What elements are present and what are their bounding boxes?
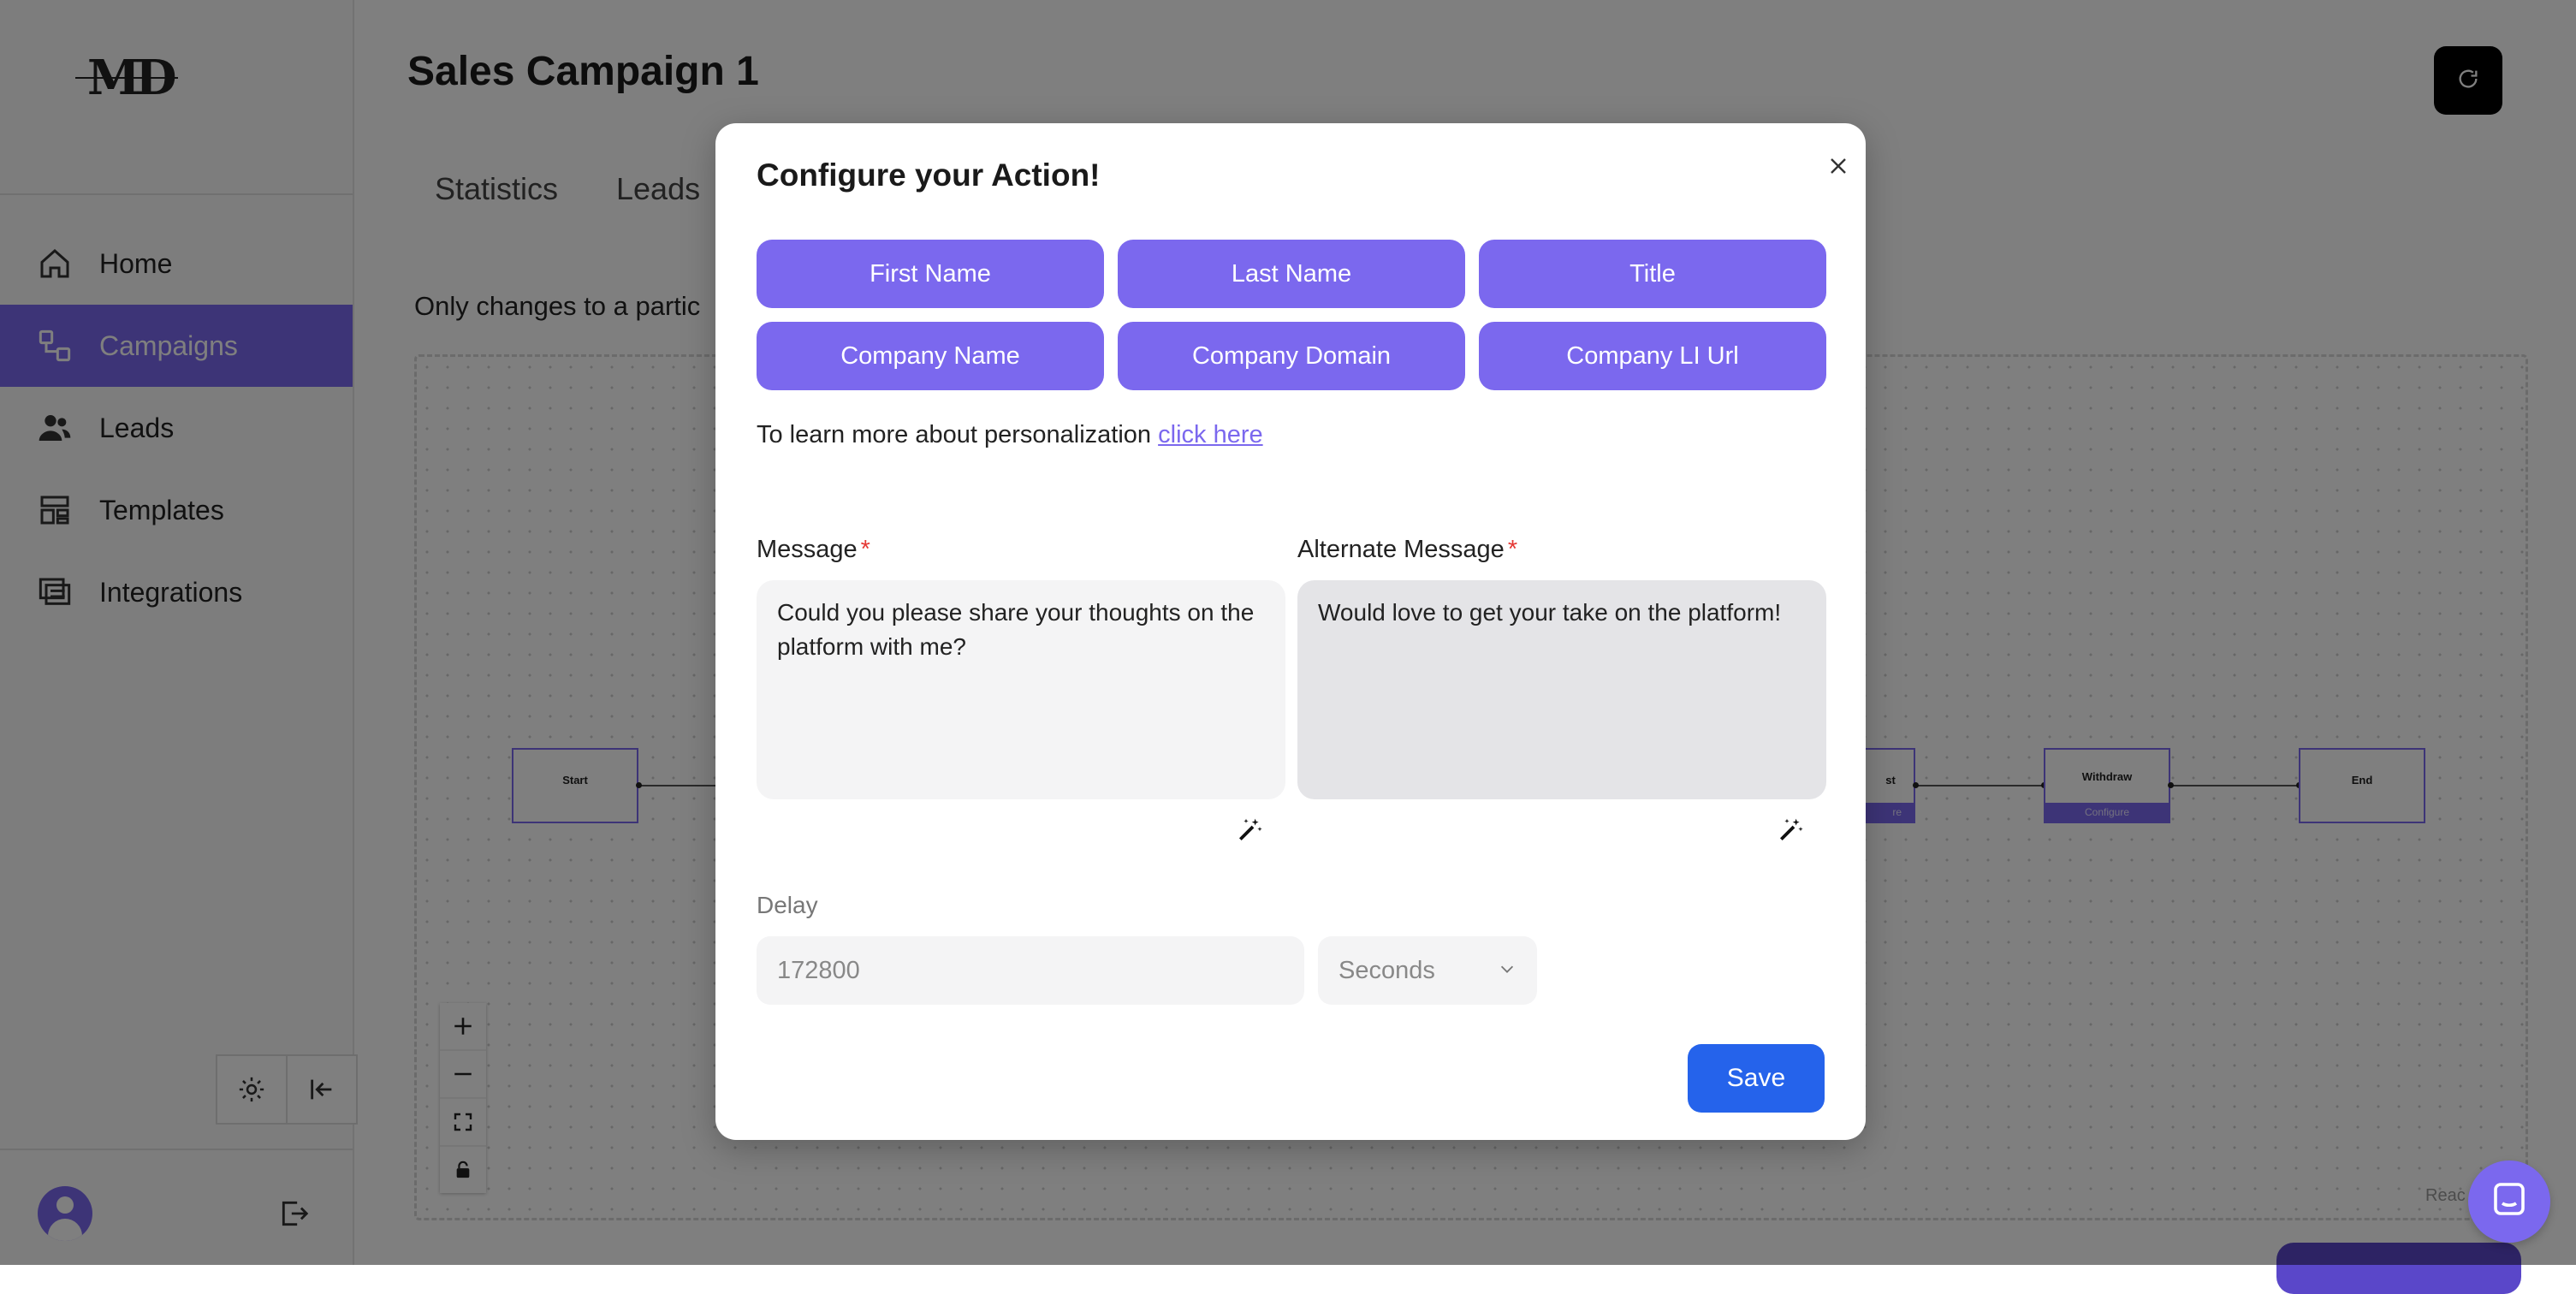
required-mark: * [1507,536,1518,563]
variable-company-domain-button[interactable]: Company Domain [1118,322,1465,390]
variable-company-li-url-button[interactable]: Company LI Url [1479,322,1826,390]
variable-first-name-button[interactable]: First Name [757,240,1104,308]
magic-wand-icon[interactable] [1232,813,1267,847]
click-here-link[interactable]: click here [1158,421,1263,448]
required-mark: * [860,536,870,563]
chat-icon [2489,1179,2530,1225]
delay-label: Delay [757,892,818,918]
variable-last-name-button[interactable]: Last Name [1118,240,1465,308]
chevron-down-icon [1498,957,1517,985]
delay-value: 172800 [777,956,860,984]
alt-message-textarea[interactable]: Would love to get your take on the platf… [1297,580,1826,799]
delay-unit-select[interactable]: Seconds [1318,936,1537,1005]
configure-action-modal: Configure your Action! First Name Last N… [715,123,1866,1140]
message-label-text: Message [757,536,858,563]
magic-wand-icon[interactable] [1773,813,1807,847]
message-textarea[interactable]: Could you please share your thoughts on … [757,580,1285,799]
modal-title: Configure your Action! [757,157,1101,193]
personalization-help: To learn more about personalization clic… [757,421,1263,449]
alt-message-label-text: Alternate Message [1297,536,1505,563]
variable-title-button[interactable]: Title [1479,240,1826,308]
variable-company-name-button[interactable]: Company Name [757,322,1104,390]
delay-input[interactable]: 172800 [757,936,1304,1005]
close-icon[interactable] [1819,147,1857,185]
save-button[interactable]: Save [1688,1044,1825,1113]
chat-launcher[interactable] [2468,1160,2550,1243]
personalization-help-text: To learn more about personalization [757,421,1159,448]
delay-unit-value: Seconds [1338,956,1435,984]
alt-message-label: Alternate Message * [1297,536,1517,564]
message-label: Message * [757,536,870,564]
